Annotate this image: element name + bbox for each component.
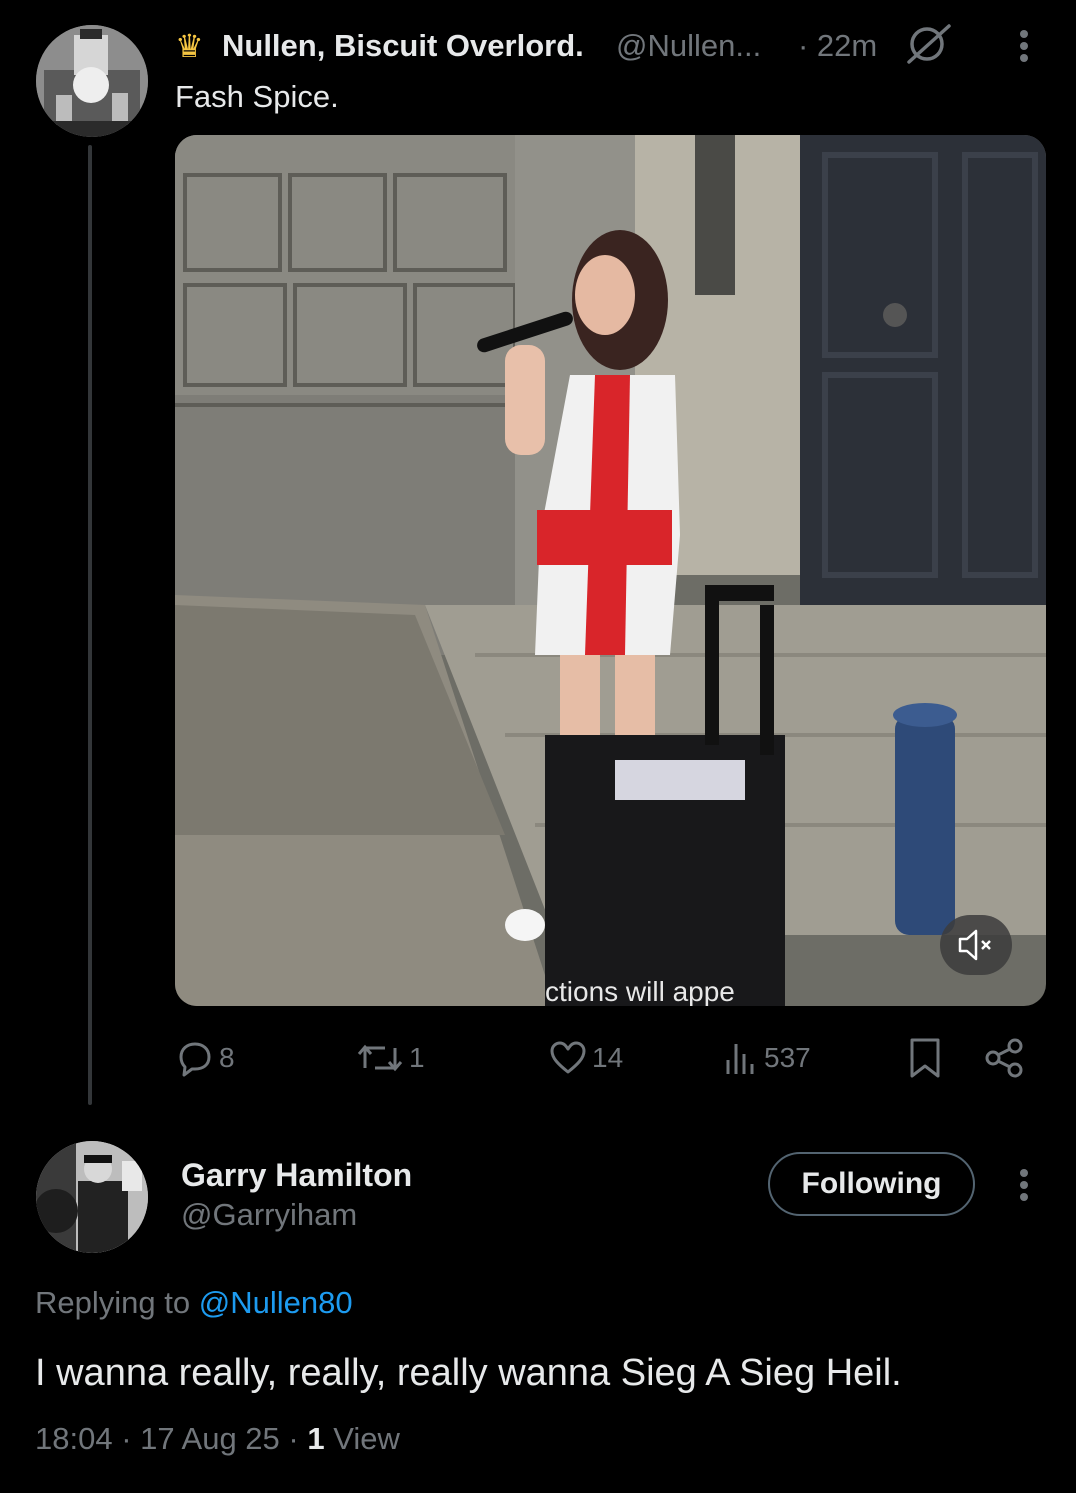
avatar[interactable] bbox=[36, 25, 148, 137]
reply-icon bbox=[179, 1042, 211, 1077]
share-button[interactable] bbox=[983, 1033, 1027, 1083]
reply-text: I wanna really, really, really wanna Sie… bbox=[35, 1352, 902, 1394]
views-icon bbox=[726, 1044, 754, 1074]
reply-view-count: 1 bbox=[307, 1421, 325, 1456]
crown-emoji-icon: ♛ bbox=[175, 28, 204, 64]
share-icon bbox=[985, 1038, 1023, 1078]
following-button[interactable]: Following bbox=[768, 1152, 975, 1216]
replying-to-handle-link[interactable]: @Nullen80 bbox=[199, 1285, 353, 1320]
reply-author-name[interactable]: Garry Hamilton bbox=[181, 1155, 412, 1195]
view-count: 537 bbox=[764, 1042, 811, 1073]
author-name[interactable]: Nullen, Biscuit Overlord. bbox=[222, 26, 584, 66]
thread-connector-line bbox=[88, 145, 92, 1105]
tweet-timestamp[interactable]: · 22m bbox=[798, 26, 877, 66]
reply-view-label: View bbox=[333, 1421, 400, 1456]
video-caption: ctions will appe bbox=[545, 976, 735, 1006]
reply-time[interactable]: 18:04 bbox=[35, 1421, 113, 1456]
more-options-icon[interactable] bbox=[1004, 24, 1044, 68]
reply-button[interactable]: 8 bbox=[175, 1033, 235, 1083]
retweet-button[interactable]: 1 bbox=[355, 1033, 425, 1083]
like-button[interactable]: 14 bbox=[548, 1033, 623, 1083]
like-icon bbox=[550, 1041, 586, 1074]
mute-button[interactable] bbox=[940, 915, 1012, 975]
reply-metadata: 18:04 · 17 Aug 25 · 1 View bbox=[35, 1421, 400, 1456]
author-handle[interactable]: @Nullen... bbox=[616, 26, 761, 66]
replying-to-label: Replying to bbox=[35, 1285, 199, 1320]
reply-date[interactable]: 17 Aug 25 bbox=[140, 1421, 280, 1456]
retweet-count: 1 bbox=[409, 1042, 425, 1073]
bookmark-icon bbox=[910, 1038, 940, 1078]
bookmark-button[interactable] bbox=[905, 1033, 945, 1083]
avatar-image bbox=[36, 1141, 148, 1253]
views-button[interactable]: 537 bbox=[720, 1033, 811, 1083]
video-frame: ctions will appe bbox=[175, 135, 1046, 1006]
grok-icon[interactable] bbox=[903, 22, 955, 66]
reply-count: 8 bbox=[219, 1042, 235, 1073]
replying-to: Replying to @Nullen80 bbox=[35, 1283, 353, 1323]
tweet-video[interactable]: ctions will appe bbox=[175, 135, 1046, 1006]
avatar[interactable] bbox=[36, 1141, 148, 1253]
more-options-icon[interactable] bbox=[1004, 1163, 1044, 1207]
avatar-image bbox=[36, 25, 148, 137]
retweet-icon bbox=[357, 1044, 403, 1072]
mute-icon bbox=[958, 929, 991, 961]
tweet-text: Fash Spice. bbox=[175, 79, 339, 114]
reply-author-handle[interactable]: @Garryiham bbox=[181, 1195, 357, 1235]
like-count: 14 bbox=[592, 1042, 624, 1073]
